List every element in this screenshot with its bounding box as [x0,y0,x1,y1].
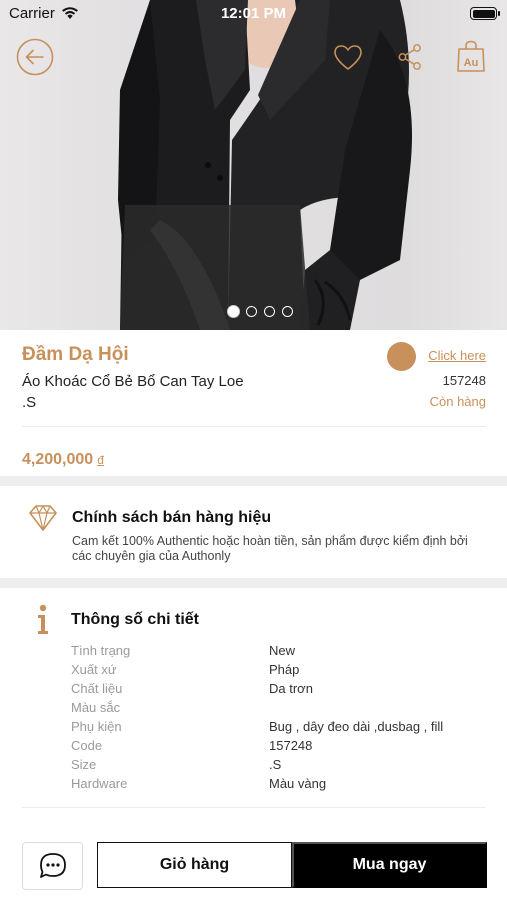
product-sku: 157248 [442,373,486,388]
share-button[interactable] [396,42,424,72]
policy-title: Chính sách bán hàng hiệu [72,509,272,526]
spec-row-condition: Tình trạng New [71,641,491,660]
spec-label: Màu sắc [71,700,121,715]
spec-row-origin: Xuất xứ Pháp [71,660,491,679]
spec-row-material: Chất liệu Da trơn [71,679,491,698]
page-dot [264,306,275,317]
color-swatch[interactable] [387,342,416,371]
divider [22,807,486,808]
back-button[interactable] [16,38,54,76]
diamond-icon [29,505,57,531]
spec-label: Phụ kiện [71,719,122,734]
clock: 12:01 PM [220,5,287,22]
cart-bag-button[interactable]: Au [455,39,487,73]
spec-label: Tình trạng [71,643,131,658]
spec-row-code: Code 157248 [71,736,491,755]
bottom-action-bar: Giỏ hàng Mua ngay [0,838,507,900]
product-info: Đầm Dạ Hội Áo Khoác Cổ Bẻ Bổ Can Tay Loe… [0,330,507,476]
bag-au-label: Au [464,57,479,69]
page-dot [246,306,257,317]
spec-value: .S [269,757,282,772]
color-link[interactable]: Click here [428,348,486,363]
spec-label: Xuất xứ [71,662,117,677]
product-subtitle-line2: .S [22,394,37,411]
divider [22,426,486,427]
section-separator [0,476,507,486]
spec-table: Tình trạng New Xuất xứ Pháp Chất liệu Da… [71,641,491,793]
specs-title: Thông số chi tiết [71,611,199,628]
share-icon [398,44,421,70]
spec-row-accessories: Phụ kiện Bug , dây đeo dài ,dusbag , fil… [71,717,491,736]
product-name: Đầm Dạ Hội [22,344,129,365]
spec-value: Da trơn [269,681,313,696]
chat-bubble-icon [39,853,66,878]
policy-text: Cam kết 100% Authentic hoặc hoàn tiền, s… [72,534,468,563]
brand-policy-section: Chính sách bán hàng hiệu Cam kết 100% Au… [0,486,507,578]
heart-icon [334,44,362,70]
add-to-cart-button[interactable]: Giỏ hàng [97,842,292,888]
chat-button[interactable] [22,842,83,890]
spec-value: Màu vàng [269,776,327,791]
product-photo [118,0,412,330]
spec-row-size: Size .S [71,755,491,774]
price-value: 4,200,000 [22,451,94,468]
price-currency: đ [97,453,104,467]
battery-icon [470,7,500,20]
gallery-page-indicator [228,306,293,317]
spec-label: Hardware [71,776,128,791]
spec-row-hardware: Hardware Màu vàng [71,774,491,793]
arrow-left-icon [16,38,54,76]
page-dot-active [228,306,239,317]
spec-value: New [269,643,296,658]
specifications-section: Thông số chi tiết Tình trạng New Xuất xứ… [0,588,507,838]
info-icon [38,604,48,634]
spec-label: Size [71,757,97,772]
product-subtitle-line1: Áo Khoác Cổ Bẻ Bổ Can Tay Loe [22,373,244,390]
spec-value: 157248 [269,738,313,753]
spec-row-color: Màu sắc [71,698,491,717]
product-image-gallery[interactable]: Carrier 12:01 PM Au [0,0,507,330]
spec-label: Chất liệu [71,681,123,696]
shopping-bag-au-icon: Au [457,40,485,72]
spec-label: Code [71,738,103,753]
section-separator [0,578,507,588]
buy-now-button[interactable]: Mua ngay [292,842,487,888]
page-dot [282,306,293,317]
status-bar: Carrier 12:01 PM [0,0,507,28]
spec-value: Pháp [269,662,300,677]
spec-value: Bug , dây đeo dài ,dusbag , fill [269,719,444,734]
stock-status: Còn hàng [429,394,486,409]
product-subtitle: Áo Khoác Cổ Bẻ Bổ Can Tay Loe .S [22,371,282,413]
product-price: 4,200,000 đ [22,451,104,469]
favorite-button[interactable] [332,42,364,72]
